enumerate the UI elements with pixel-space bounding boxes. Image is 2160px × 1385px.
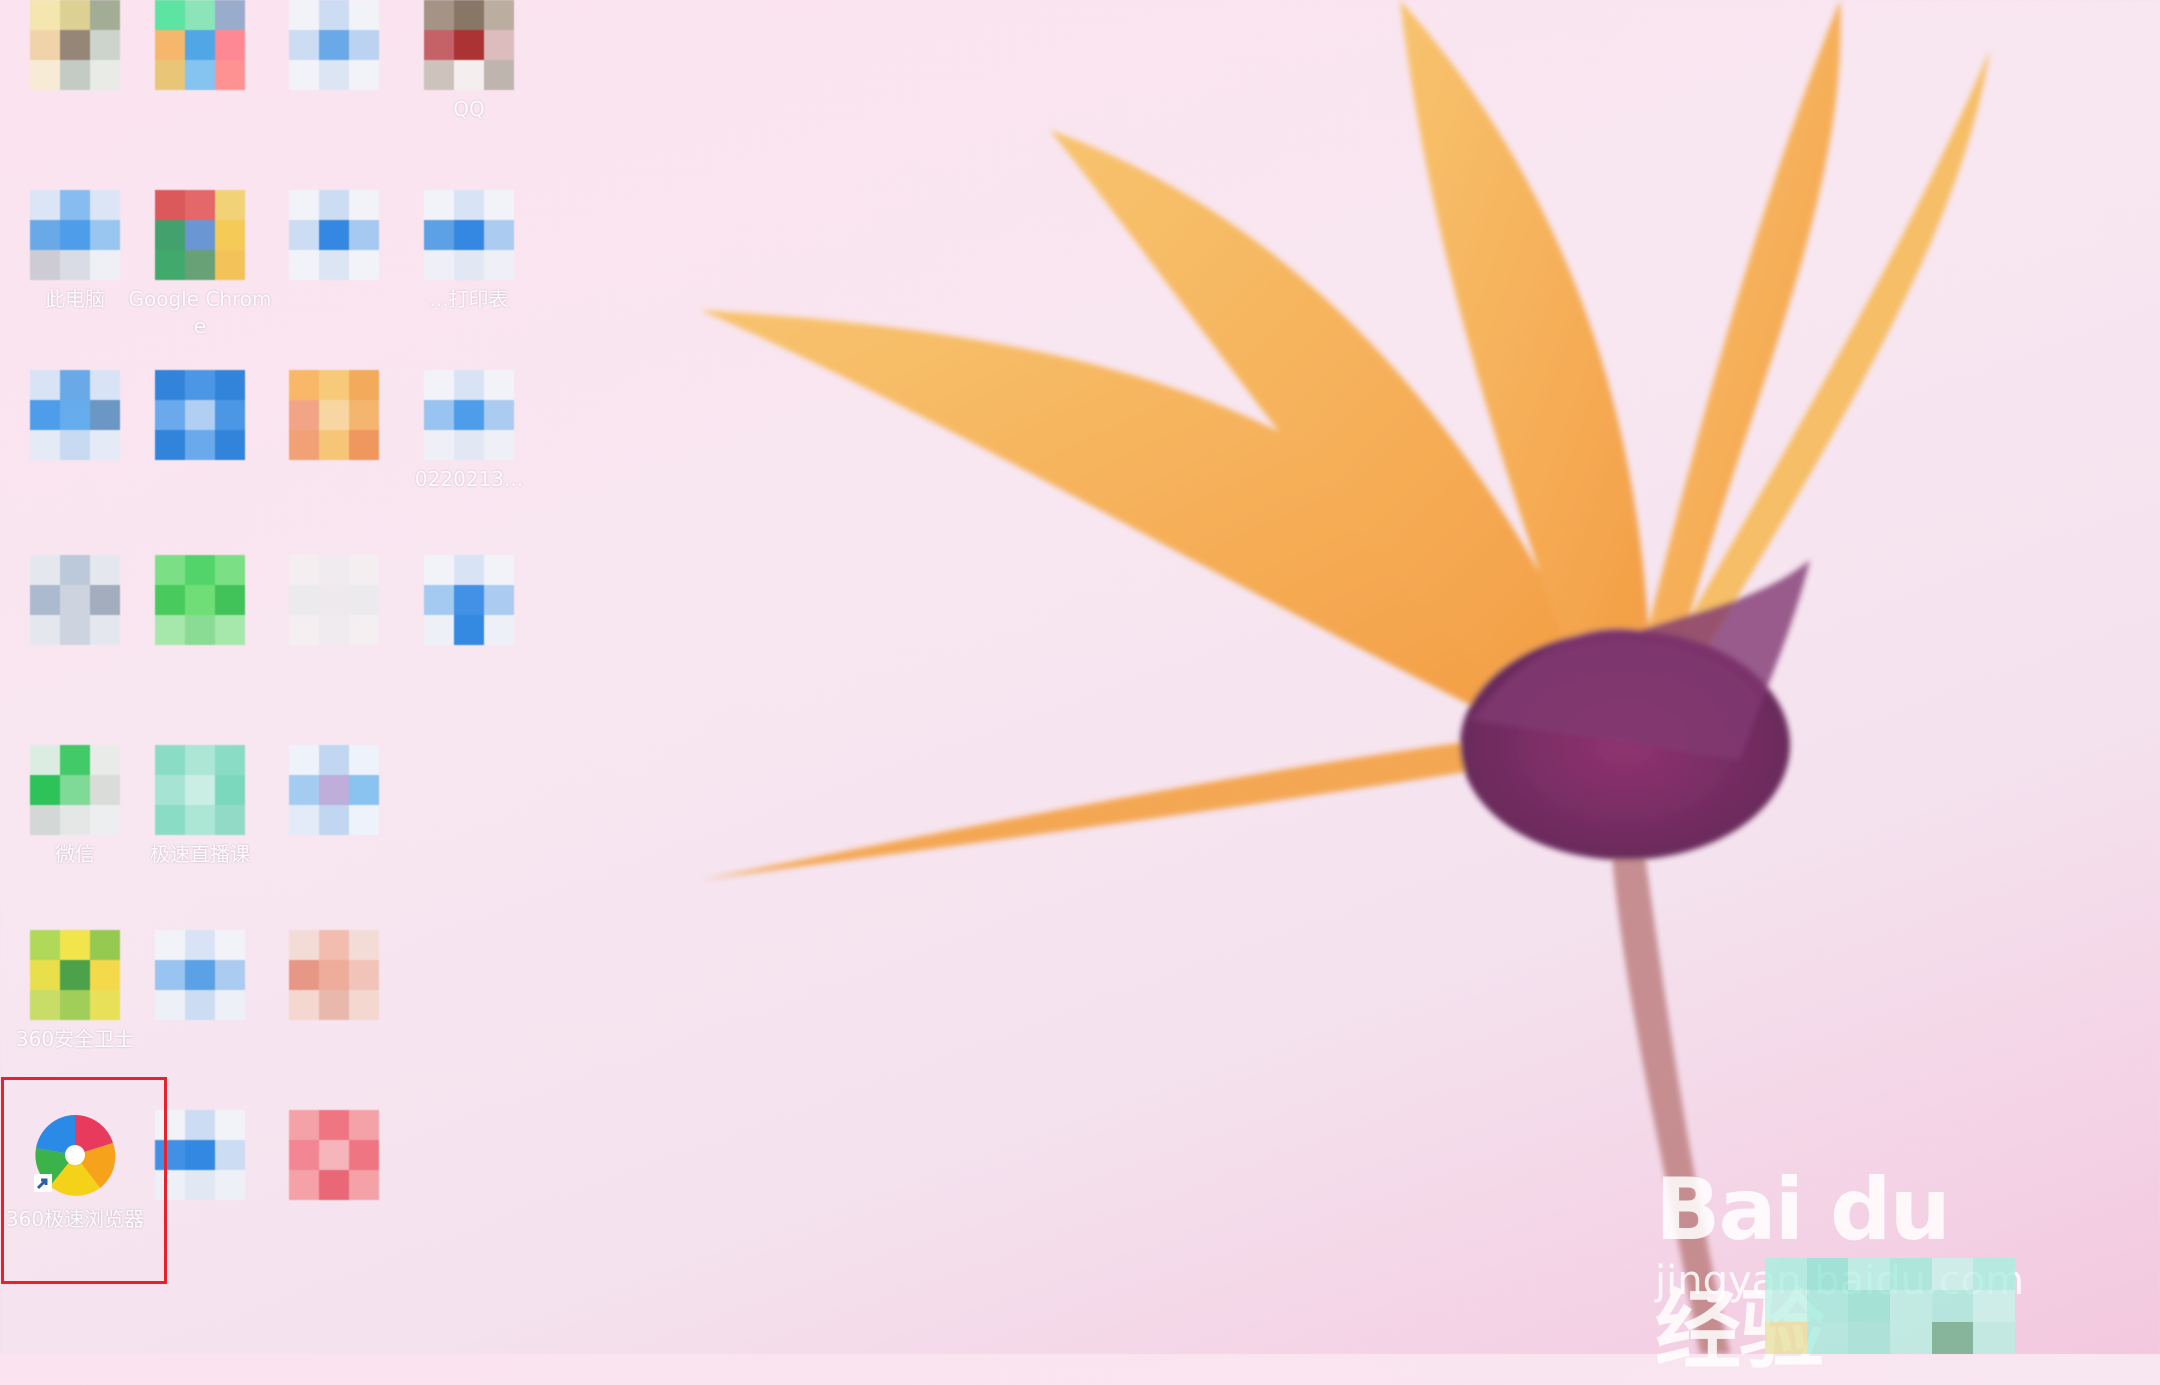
app-icon	[30, 370, 120, 460]
app-icon	[289, 1110, 379, 1200]
desktop-icon[interactable]	[259, 370, 409, 466]
desktop-icon[interactable]	[259, 745, 409, 841]
app-icon	[155, 930, 245, 1020]
desktop-icon[interactable]: 0220213...	[394, 370, 544, 493]
app-icon	[155, 190, 245, 280]
desktop-icon-label: 360安全卫士	[15, 1027, 135, 1051]
desktop-icon-label: ...打印表	[429, 287, 509, 311]
app-icon	[155, 1110, 245, 1200]
desktop-icon[interactable]	[259, 0, 409, 96]
app-icon	[155, 370, 245, 460]
app-icon	[424, 0, 514, 90]
app-icon	[289, 930, 379, 1020]
desktop-icon-label: 0220213...	[414, 467, 524, 491]
pixelated-block	[1765, 1258, 2015, 1354]
desktop-icon[interactable]	[394, 555, 544, 651]
desktop-icon[interactable]: QQ	[394, 0, 544, 123]
app-icon	[289, 745, 379, 835]
app-icon	[289, 190, 379, 280]
desktop-icon[interactable]	[259, 190, 409, 286]
desktop-icon[interactable]	[259, 555, 409, 651]
app-icon	[155, 555, 245, 645]
app-icon	[30, 190, 120, 280]
desktop-icon[interactable]: Google Chrome	[125, 190, 275, 340]
app-icon	[30, 745, 120, 835]
desktop-icon[interactable]: ...打印表	[394, 190, 544, 313]
desktop-icon[interactable]	[259, 930, 409, 1026]
app-icon	[155, 0, 245, 90]
app-icon	[155, 745, 245, 835]
app-icon	[289, 555, 379, 645]
desktop-icon[interactable]	[259, 1110, 409, 1206]
desktop-icon[interactable]	[125, 370, 275, 466]
highlight-box	[1, 1077, 167, 1284]
desktop-icon-label: 极速直播课	[150, 842, 250, 866]
desktop-icon-label: QQ	[453, 97, 485, 121]
app-icon	[424, 190, 514, 280]
desktop-icon[interactable]	[125, 930, 275, 1026]
desktop-icon[interactable]	[125, 0, 275, 96]
desktop-icon[interactable]	[125, 555, 275, 651]
app-icon	[289, 370, 379, 460]
app-icon	[30, 0, 120, 90]
app-icon	[424, 555, 514, 645]
app-icon	[424, 370, 514, 460]
app-icon	[30, 555, 120, 645]
desktop-icon[interactable]: 极速直播课	[125, 745, 275, 868]
app-icon	[30, 930, 120, 1020]
desktop-icon-label: Google Chrome	[128, 287, 272, 338]
app-icon	[289, 0, 379, 90]
